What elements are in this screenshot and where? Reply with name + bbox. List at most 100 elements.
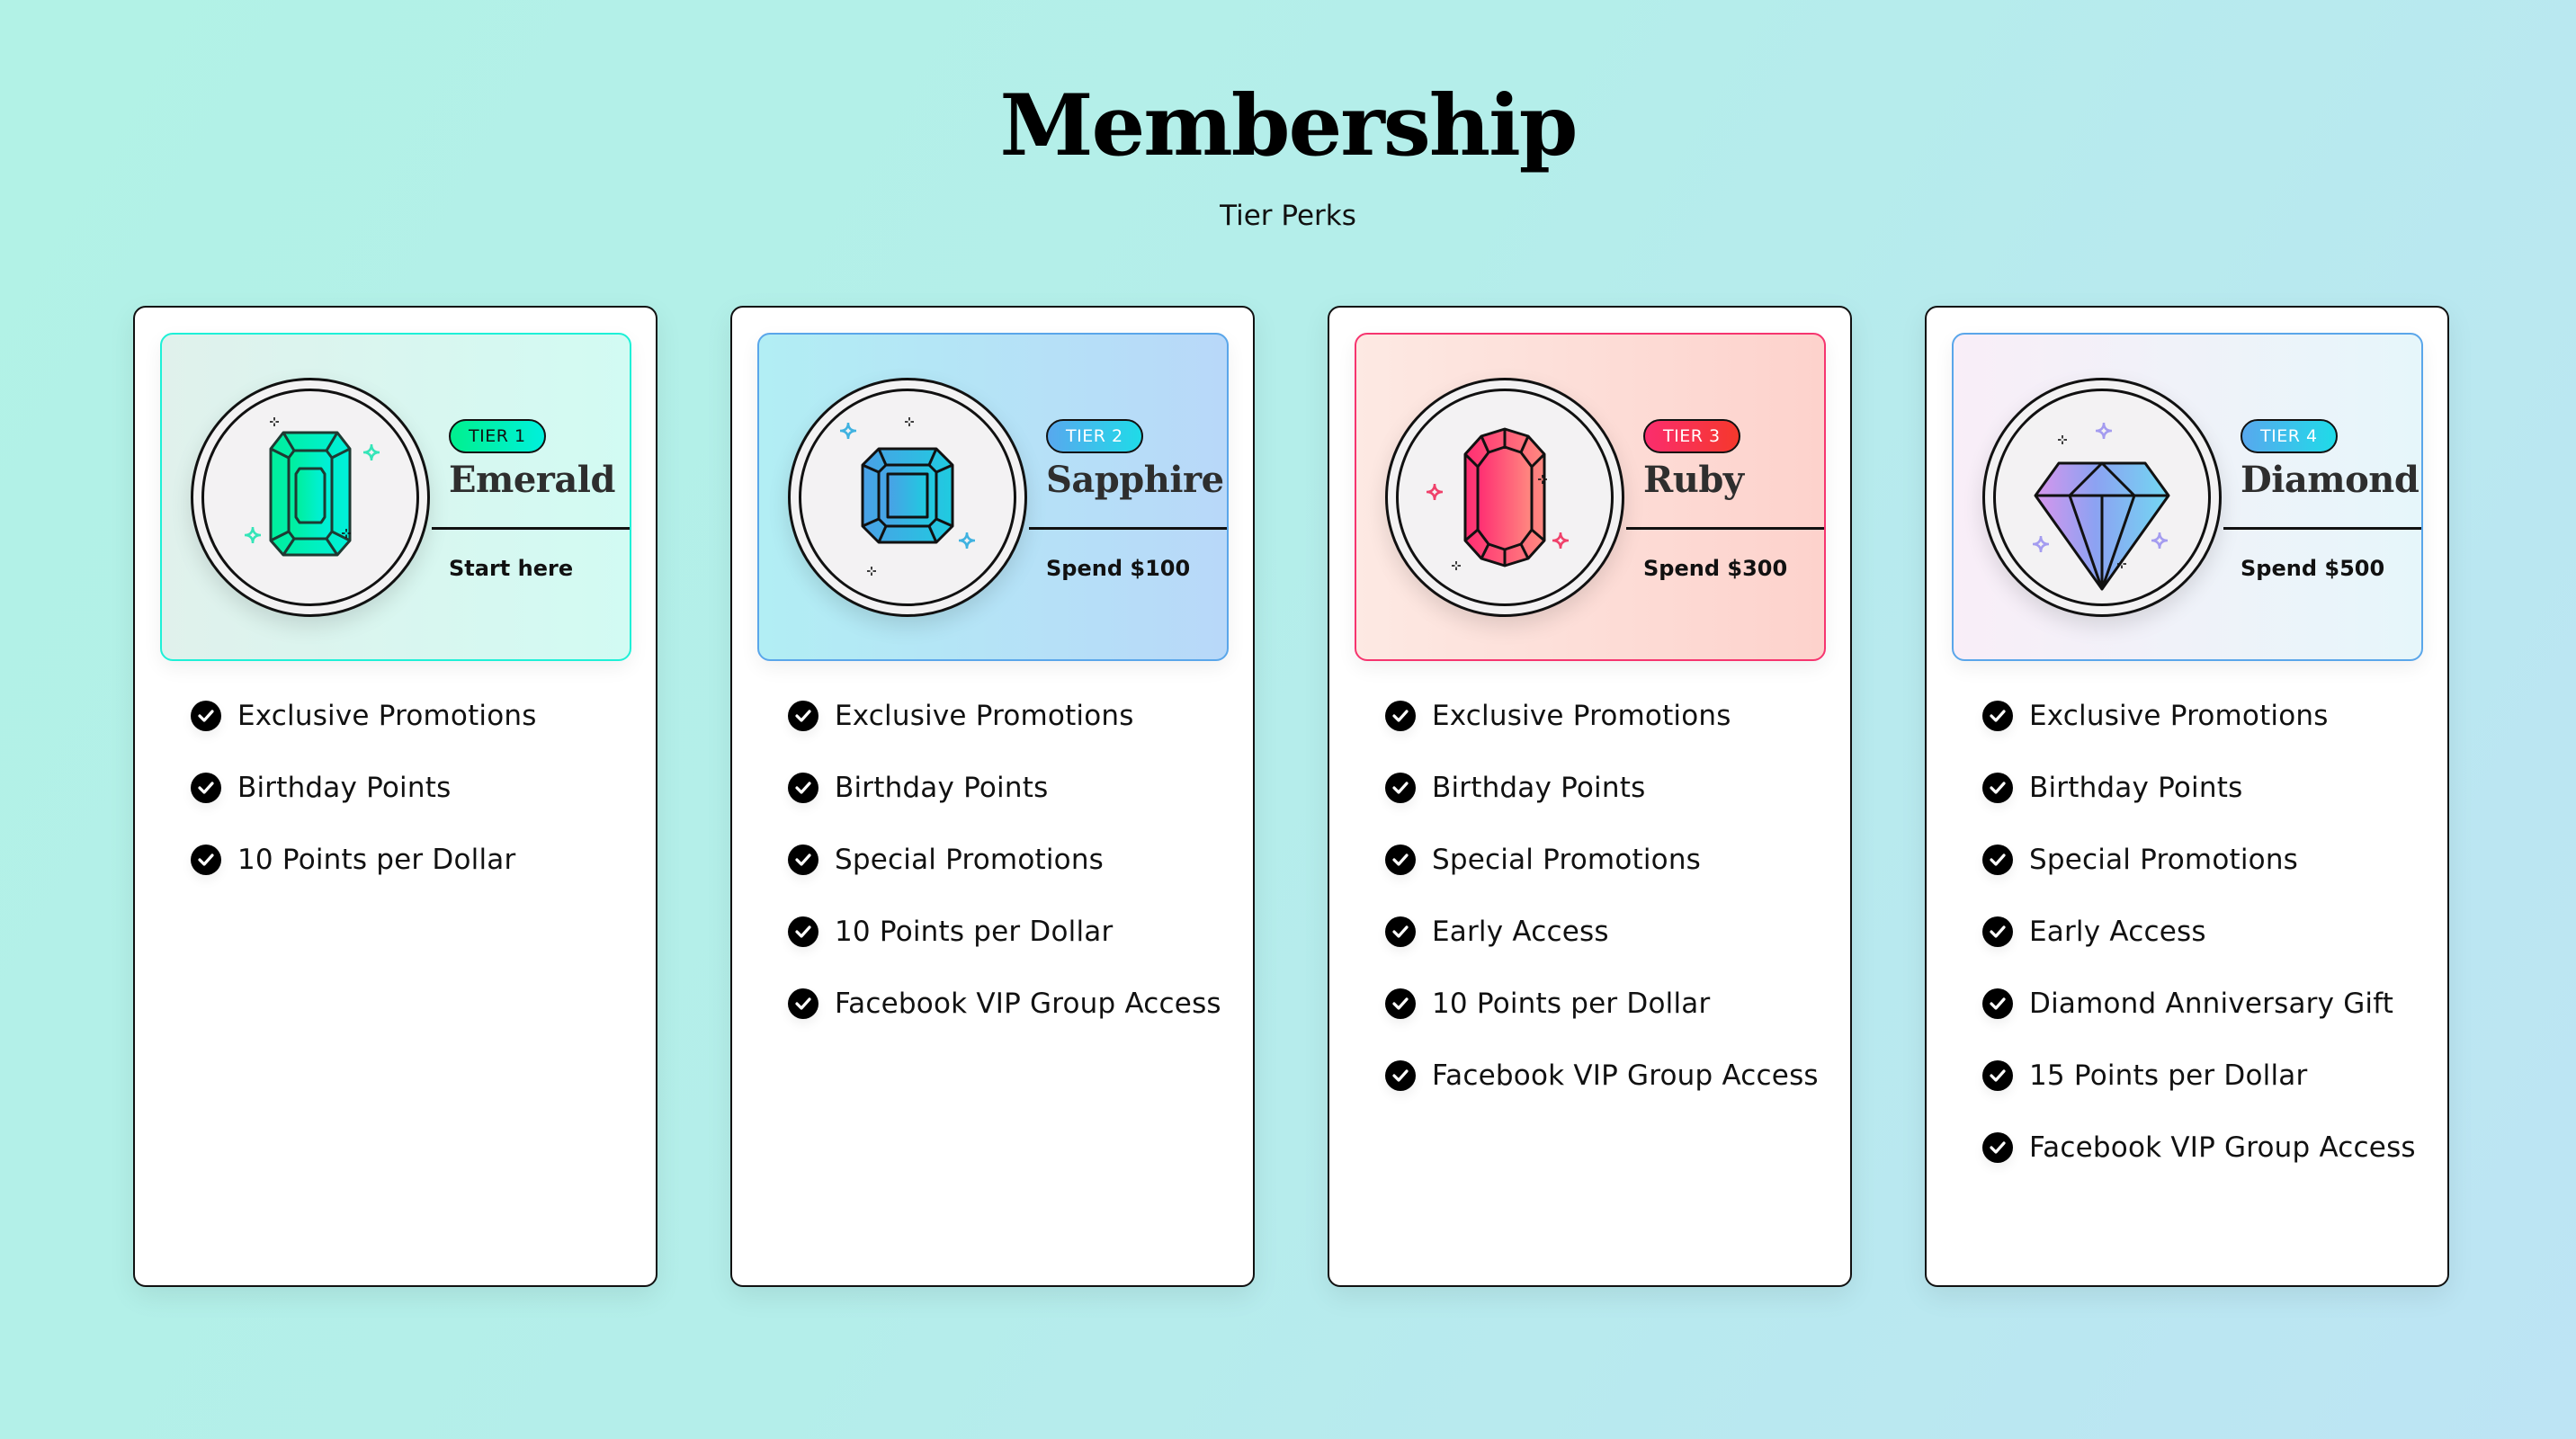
check-circle-icon xyxy=(1982,701,2013,731)
perk-item: Birthday Points xyxy=(788,766,1226,809)
perk-label: 10 Points per Dollar xyxy=(835,916,1114,948)
perk-label: 10 Points per Dollar xyxy=(237,844,516,876)
check-circle-icon xyxy=(788,988,818,1019)
header-divider xyxy=(432,527,630,530)
perk-label: Exclusive Promotions xyxy=(1432,700,1731,732)
diamond-gem-icon xyxy=(2032,422,2170,591)
tier-badge: TIER 3 xyxy=(1643,419,1740,453)
perk-label: Exclusive Promotions xyxy=(835,700,1134,732)
perks-list: Exclusive Promotions Birthday Points Spe… xyxy=(1385,694,1823,1126)
gem-medallion xyxy=(1385,378,1624,617)
check-circle-icon xyxy=(1982,773,2013,803)
perk-item: Facebook VIP Group Access xyxy=(1385,1054,1823,1097)
sapphire-gem-icon xyxy=(839,417,976,576)
check-circle-icon xyxy=(788,916,818,947)
check-circle-icon xyxy=(1385,845,1416,875)
perk-item: Special Promotions xyxy=(1385,838,1823,881)
header-divider xyxy=(1626,527,1824,530)
perk-label: Special Promotions xyxy=(835,844,1105,876)
tier-name: Sapphire xyxy=(1046,459,1224,501)
tier-badge: TIER 1 xyxy=(449,419,546,453)
perk-item: Exclusive Promotions xyxy=(191,694,629,737)
tier-name: Emerald xyxy=(449,459,615,501)
perk-item: Facebook VIP Group Access xyxy=(788,982,1226,1025)
perk-label: Special Promotions xyxy=(2029,844,2299,876)
tier-header-panel: TIER 1 Emerald Start here xyxy=(160,333,631,661)
check-circle-icon xyxy=(788,845,818,875)
perk-item: Birthday Points xyxy=(1385,766,1823,809)
perk-label: Exclusive Promotions xyxy=(237,700,537,732)
perks-list: Exclusive Promotions Birthday Points Spe… xyxy=(1982,694,2420,1198)
perk-item: Facebook VIP Group Access xyxy=(1982,1126,2420,1169)
perk-label: Birthday Points xyxy=(237,772,452,804)
gem-medallion xyxy=(191,378,430,617)
tier-requirement: Spend $100 xyxy=(1046,556,1191,581)
check-circle-icon xyxy=(788,701,818,731)
perk-item: Early Access xyxy=(1385,910,1823,953)
check-circle-icon xyxy=(1982,1060,2013,1091)
check-circle-icon xyxy=(1385,1060,1416,1091)
emerald-gem-icon xyxy=(244,417,380,557)
perk-item: Early Access xyxy=(1982,910,2420,953)
tier-requirement: Start here xyxy=(449,556,574,581)
tier-header-panel: TIER 4 Diamond Spend $500 xyxy=(1952,333,2423,661)
tier-card-emerald: TIER 1 Emerald Start here Exclusive Prom… xyxy=(133,306,657,1287)
perk-item: Diamond Anniversary Gift xyxy=(1982,982,2420,1025)
tier-badge: TIER 2 xyxy=(1046,419,1143,453)
perk-item: Exclusive Promotions xyxy=(1982,694,2420,737)
gem-medallion xyxy=(1982,378,2222,617)
check-circle-icon xyxy=(1385,773,1416,803)
check-circle-icon xyxy=(1982,845,2013,875)
check-circle-icon xyxy=(1385,701,1416,731)
perk-label: Facebook VIP Group Access xyxy=(835,988,1221,1020)
perk-item: Exclusive Promotions xyxy=(1385,694,1823,737)
tier-badge: TIER 4 xyxy=(2241,419,2338,453)
check-circle-icon xyxy=(1385,916,1416,947)
tier-name: Diamond xyxy=(2241,459,2419,501)
perk-item: 10 Points per Dollar xyxy=(788,910,1226,953)
tier-name: Ruby xyxy=(1643,459,1744,501)
check-circle-icon xyxy=(1982,988,2013,1019)
perk-item: Birthday Points xyxy=(191,766,629,809)
check-circle-icon xyxy=(1982,1132,2013,1163)
perk-item: Birthday Points xyxy=(1982,766,2420,809)
perk-label: Diamond Anniversary Gift xyxy=(2029,988,2394,1020)
tier-card-diamond: TIER 4 Diamond Spend $500 Exclusive Prom… xyxy=(1925,306,2449,1287)
check-circle-icon xyxy=(1385,988,1416,1019)
tier-card-ruby: TIER 3 Ruby Spend $300 Exclusive Promoti… xyxy=(1328,306,1852,1287)
gem-medallion xyxy=(788,378,1027,617)
page-subtitle: Tier Perks xyxy=(1220,200,1356,232)
header-divider xyxy=(2223,527,2421,530)
perk-item: 10 Points per Dollar xyxy=(1385,982,1823,1025)
tier-card-sapphire: TIER 2 Sapphire Spend $100 Exclusive Pro… xyxy=(730,306,1255,1287)
check-circle-icon xyxy=(1982,916,2013,947)
perk-label: 15 Points per Dollar xyxy=(2029,1059,2308,1092)
perk-label: Exclusive Promotions xyxy=(2029,700,2329,732)
perk-label: Special Promotions xyxy=(1432,844,1702,876)
check-circle-icon xyxy=(191,773,221,803)
tier-requirement: Spend $300 xyxy=(1643,556,1788,581)
tier-header-panel: TIER 2 Sapphire Spend $100 xyxy=(757,333,1229,661)
perks-list: Exclusive Promotions Birthday Points Spe… xyxy=(788,694,1226,1054)
perk-item: 10 Points per Dollar xyxy=(191,838,629,881)
check-circle-icon xyxy=(191,845,221,875)
perk-label: Early Access xyxy=(2029,916,2206,948)
check-circle-icon xyxy=(788,773,818,803)
ruby-gem-icon xyxy=(1426,427,1570,570)
perk-item: Special Promotions xyxy=(788,838,1226,881)
tier-requirement: Spend $500 xyxy=(2241,556,2385,581)
perk-label: Facebook VIP Group Access xyxy=(1432,1059,1819,1092)
perk-label: 10 Points per Dollar xyxy=(1432,988,1711,1020)
perk-label: Birthday Points xyxy=(1432,772,1646,804)
perk-item: Special Promotions xyxy=(1982,838,2420,881)
perk-label: Early Access xyxy=(1432,916,1609,948)
check-circle-icon xyxy=(191,701,221,731)
perk-item: 15 Points per Dollar xyxy=(1982,1054,2420,1097)
perk-item: Exclusive Promotions xyxy=(788,694,1226,737)
perk-label: Facebook VIP Group Access xyxy=(2029,1131,2416,1164)
perk-label: Birthday Points xyxy=(835,772,1049,804)
perk-label: Birthday Points xyxy=(2029,772,2243,804)
perks-list: Exclusive Promotions Birthday Points 10 … xyxy=(191,694,629,910)
tier-header-panel: TIER 3 Ruby Spend $300 xyxy=(1355,333,1826,661)
page-title: Membership xyxy=(999,76,1578,175)
